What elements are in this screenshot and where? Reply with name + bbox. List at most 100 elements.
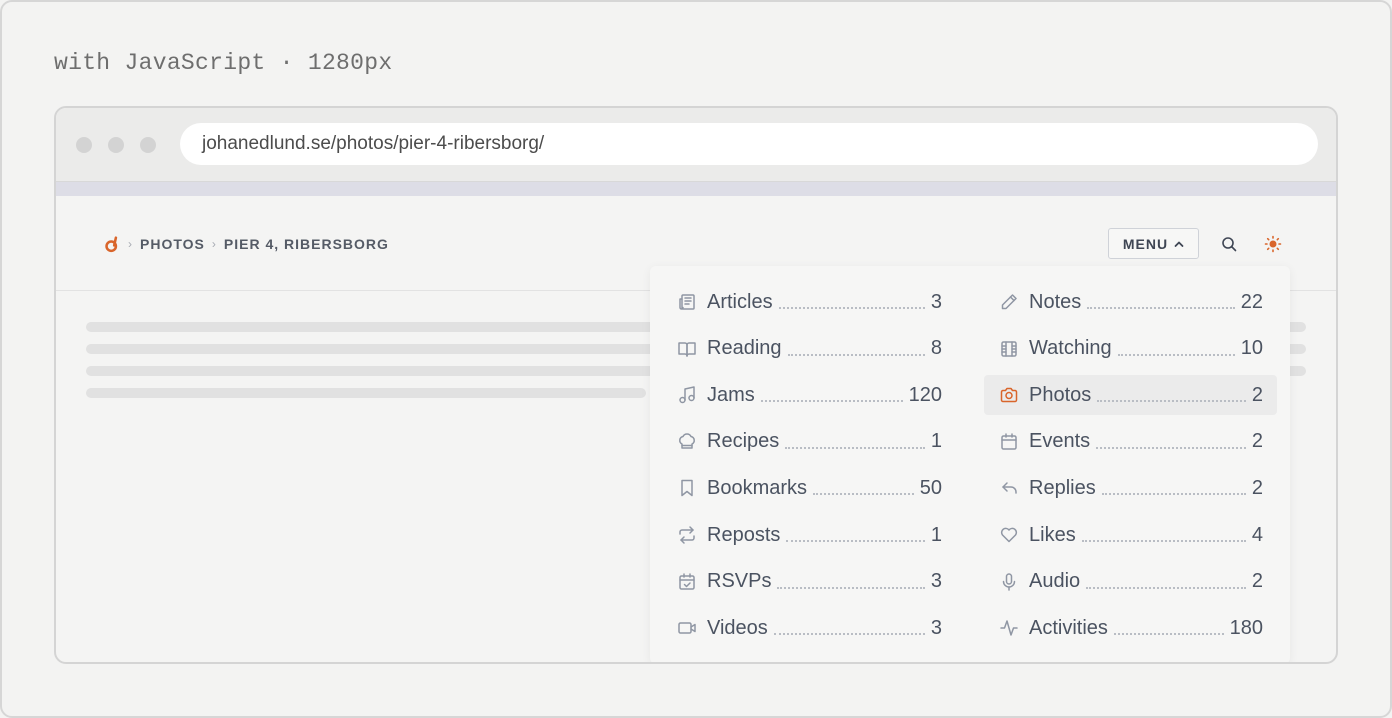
menu-item-count: 180 [1229,616,1263,639]
chevron-up-icon [1174,241,1184,247]
menu-item-count: 3 [930,616,942,639]
dot-leader [773,633,925,636]
dot-leader [1101,493,1246,496]
dot-leader [1081,540,1246,542]
menu-item-audio[interactable]: Audio 2 [998,562,1263,602]
menu-item-watching[interactable]: Watching 10 [998,329,1263,369]
menu-item-label: RSVPs [707,570,772,593]
menu-item-count: 1 [930,523,942,546]
menu-item-activities[interactable]: Activities 180 [998,608,1263,648]
menu-item-jams[interactable]: Jams 120 [676,375,942,415]
menu-item-label: Likes [1029,523,1076,546]
repeat-icon [676,524,698,546]
menu-item-count: 3 [930,570,942,593]
calendar-icon [998,431,1020,453]
menu-item-rsvps[interactable]: RSVPs 3 [676,562,942,602]
menu-item-count: 8 [930,337,942,360]
menu-item-label: Reposts [707,523,781,546]
search-icon [1222,237,1237,252]
top-accent-bar [56,182,1336,196]
menu-item-label: Photos [1029,383,1092,406]
menu-item-count: 10 [1240,337,1263,360]
menu-item-label: Reading [707,337,782,360]
menu-item-events[interactable]: Events 2 [998,422,1263,462]
dot-leader [1087,307,1235,309]
film-icon [998,338,1020,360]
menu-item-count: 2 [1251,570,1263,593]
theme-toggle-button[interactable] [1262,233,1284,255]
menu-item-label: Recipes [707,430,780,453]
bookmark-icon [676,477,698,499]
skeleton-line [86,388,646,398]
chef-hat-icon [676,431,698,453]
dot-leader [760,400,903,403]
menu-item-count: 50 [919,476,942,499]
breadcrumb-section-link[interactable]: PHOTOS [140,236,205,252]
caption: with JavaScript · 1280px [54,50,393,76]
menu-item-count: 1 [930,430,942,453]
chevron-right-icon: › [128,237,133,251]
menu-item-videos[interactable]: Videos 3 [676,608,942,648]
breadcrumb-current-page: PIER 4, RIBERSBORG [223,236,389,252]
menu-item-replies[interactable]: Replies 2 [998,468,1263,508]
heart-icon [998,524,1020,546]
window-control-dot[interactable] [140,137,156,153]
calendar-check-icon [676,571,698,593]
menu-item-label: Articles [707,290,773,313]
menu-item-bookmarks[interactable]: Bookmarks 50 [676,468,942,508]
activity-pulse-icon [998,617,1020,639]
menu-item-label: Videos [707,616,768,639]
menu-item-reposts[interactable]: Reposts 1 [676,515,942,555]
menu-button-label: MENU [1122,235,1169,252]
menu-item-count: 2 [1251,430,1263,453]
chevron-right-icon: › [211,237,217,251]
newspaper-icon [676,291,698,313]
music-note-icon [676,384,698,406]
video-camera-icon [676,617,698,639]
menu-item-count: 2 [1251,383,1263,406]
menu-item-articles[interactable]: Articles 3 [676,282,942,322]
menu-item-label: Events [1029,430,1091,453]
dot-leader [787,353,925,356]
browser-window: johanedlund.se/photos/pier-4-ribersborg/… [54,106,1338,664]
menu-item-label: Watching [1029,337,1112,360]
book-open-icon [676,338,698,360]
menu-item-photos[interactable]: Photos 2 [984,375,1277,416]
menu-item-count: 22 [1240,290,1263,313]
dot-leader [1117,353,1235,356]
menu-item-label: Bookmarks [707,476,808,499]
menu-item-count: 4 [1251,523,1263,546]
pencil-icon [998,291,1020,313]
navigation-menu-dropdown: Articles 3 Reading 8 Jams 120 Recipes 1 Bookmark… [650,266,1290,662]
site-logo-icon[interactable] [104,235,121,253]
search-button[interactable] [1218,233,1240,255]
menu-item-count: 120 [908,383,942,406]
dot-leader [778,307,925,309]
browser-chrome: johanedlund.se/photos/pier-4-ribersborg/ [56,108,1336,182]
menu-item-label: Audio [1029,570,1081,593]
menu-item-recipes[interactable]: Recipes 1 [676,422,942,462]
window-control-dot[interactable] [108,137,124,153]
dot-leader [1097,400,1246,403]
menu-item-count: 3 [930,290,942,313]
camera-icon [998,384,1020,406]
address-bar[interactable]: johanedlund.se/photos/pier-4-ribersborg/ [180,123,1318,165]
reply-arrow-icon [998,477,1020,499]
menu-item-count: 2 [1251,476,1263,499]
menu-item-likes[interactable]: Likes 4 [998,515,1263,555]
menu-item-label: Activities [1029,616,1108,639]
menu-item-label: Replies [1029,476,1096,499]
menu-item-reading[interactable]: Reading 8 [676,329,942,369]
dot-leader [1096,446,1246,449]
dot-leader [777,586,925,589]
breadcrumb: › PHOTOS › PIER 4, RIBERSBORG [104,232,389,256]
dot-leader [786,540,925,542]
dot-leader [1086,586,1246,589]
dot-leader [813,493,914,496]
menu-item-label: Jams [707,383,755,406]
menu-button[interactable]: MENU [1108,228,1199,259]
microphone-icon [998,571,1020,593]
dot-leader [785,446,925,449]
window-control-dot[interactable] [76,137,92,153]
menu-item-notes[interactable]: Notes 22 [998,282,1263,322]
